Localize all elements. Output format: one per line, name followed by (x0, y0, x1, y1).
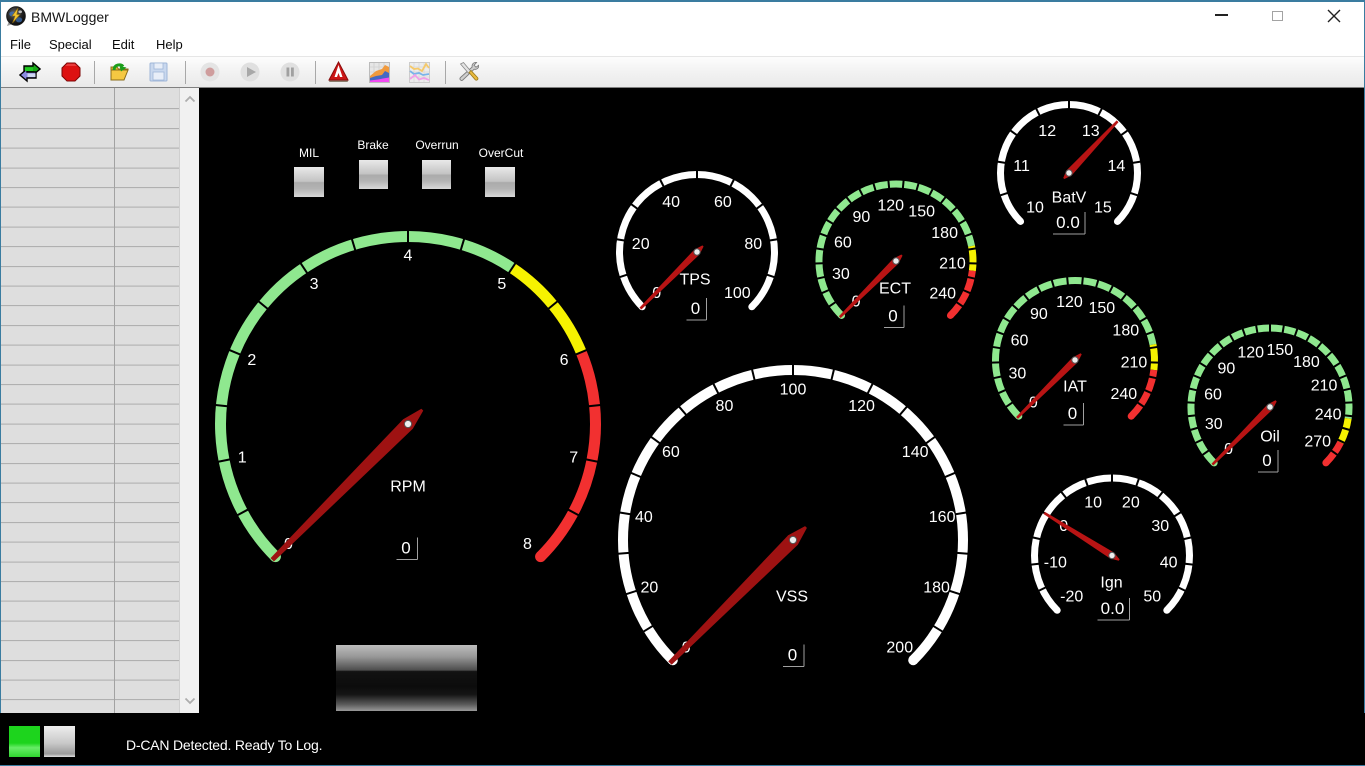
svg-text:240: 240 (929, 285, 956, 302)
svg-text:Oil: Oil (1260, 429, 1280, 446)
svg-text:5: 5 (497, 276, 506, 293)
svg-text:IAT: IAT (1063, 379, 1087, 396)
svg-text:180: 180 (1293, 354, 1320, 371)
svg-text:6: 6 (560, 352, 569, 369)
svg-text:RPM: RPM (390, 479, 426, 496)
svg-text:10: 10 (1026, 200, 1044, 217)
svg-text:120: 120 (848, 398, 875, 415)
svg-text:10: 10 (1084, 494, 1102, 511)
svg-text:210: 210 (1311, 377, 1338, 394)
svg-text:-20: -20 (1060, 589, 1083, 606)
svg-text:0: 0 (1068, 404, 1077, 423)
svg-text:80: 80 (744, 236, 762, 253)
svg-text:0: 0 (888, 307, 897, 326)
svg-text:90: 90 (1217, 361, 1235, 378)
svg-text:20: 20 (640, 579, 658, 596)
svg-text:60: 60 (1204, 387, 1222, 404)
svg-text:150: 150 (908, 203, 935, 220)
svg-text:100: 100 (780, 382, 807, 399)
svg-text:120: 120 (877, 197, 904, 214)
svg-text:14: 14 (1108, 158, 1126, 175)
svg-text:40: 40 (1160, 555, 1178, 572)
svg-text:Ign: Ign (1100, 575, 1122, 592)
svg-text:ECT: ECT (879, 281, 911, 298)
svg-text:160: 160 (929, 509, 956, 526)
svg-text:200: 200 (886, 639, 913, 656)
svg-text:150: 150 (1266, 342, 1293, 359)
svg-text:80: 80 (716, 398, 734, 415)
svg-text:VSS: VSS (776, 589, 808, 606)
svg-text:210: 210 (939, 255, 966, 272)
svg-text:BatV: BatV (1052, 190, 1087, 207)
svg-text:100: 100 (724, 285, 751, 302)
svg-text:0.0: 0.0 (1056, 213, 1080, 232)
svg-text:180: 180 (931, 225, 958, 242)
svg-text:240: 240 (1315, 406, 1342, 423)
svg-text:2: 2 (247, 352, 256, 369)
svg-text:150: 150 (1088, 300, 1115, 317)
svg-text:7: 7 (569, 450, 578, 467)
svg-text:3: 3 (310, 276, 319, 293)
svg-text:40: 40 (662, 194, 680, 211)
svg-text:8: 8 (523, 536, 532, 553)
svg-text:60: 60 (1011, 333, 1029, 350)
svg-text:-10: -10 (1044, 555, 1067, 572)
svg-text:120: 120 (1056, 294, 1083, 311)
svg-text:0: 0 (1262, 451, 1271, 470)
svg-text:140: 140 (902, 444, 929, 461)
svg-text:0: 0 (401, 539, 410, 558)
svg-text:60: 60 (834, 235, 852, 252)
svg-text:1: 1 (238, 450, 247, 467)
svg-text:180: 180 (923, 579, 950, 596)
svg-text:30: 30 (1151, 518, 1169, 535)
svg-text:60: 60 (714, 194, 732, 211)
svg-text:40: 40 (635, 509, 653, 526)
svg-text:4: 4 (404, 248, 413, 265)
svg-text:0: 0 (788, 646, 797, 665)
svg-text:TPS: TPS (679, 272, 710, 289)
svg-text:30: 30 (832, 266, 850, 283)
svg-text:0: 0 (691, 299, 700, 318)
svg-text:30: 30 (1009, 366, 1027, 383)
svg-text:11: 11 (1013, 158, 1030, 175)
svg-text:12: 12 (1038, 123, 1056, 140)
svg-text:120: 120 (1237, 344, 1264, 361)
svg-text:90: 90 (852, 209, 870, 226)
svg-text:90: 90 (1030, 306, 1048, 323)
svg-text:60: 60 (662, 444, 680, 461)
svg-text:13: 13 (1082, 123, 1100, 140)
svg-text:0.0: 0.0 (1101, 599, 1125, 618)
svg-text:270: 270 (1304, 434, 1331, 451)
svg-text:20: 20 (1122, 494, 1140, 511)
svg-text:20: 20 (632, 236, 650, 253)
svg-text:15: 15 (1094, 200, 1112, 217)
svg-text:210: 210 (1121, 355, 1148, 372)
svg-text:30: 30 (1205, 416, 1223, 433)
svg-text:240: 240 (1110, 386, 1137, 403)
svg-text:180: 180 (1112, 323, 1139, 340)
svg-text:50: 50 (1143, 589, 1161, 606)
